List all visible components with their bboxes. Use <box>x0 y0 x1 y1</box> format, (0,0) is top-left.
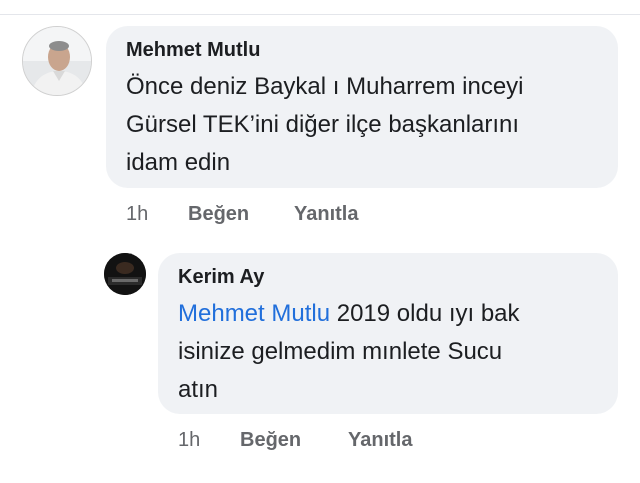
comment-text-line: idam edin <box>126 149 231 176</box>
like-button[interactable]: Beğen <box>240 429 301 452</box>
reply-text-line: atın <box>178 376 219 403</box>
mention-link[interactable]: Mehmet Mutlu <box>178 300 330 327</box>
comment-bubble: Mehmet Mutlu Önce deniz Baykal ı Muharre… <box>106 26 618 188</box>
reply-bubble: Kerim Ay Mehmet Mutlu 2019 oldu ıyı bak … <box>158 253 618 414</box>
like-button[interactable]: Beğen <box>188 203 249 226</box>
reply-timestamp[interactable]: 1h <box>178 429 200 452</box>
reply-text-line: isinize gelmedim mınlete Sucu <box>178 338 503 365</box>
reply-text-line: Mehmet Mutlu 2019 oldu ıyı bak <box>178 295 608 333</box>
avatar[interactable] <box>22 26 92 96</box>
reply-button[interactable]: Yanıtla <box>294 203 358 226</box>
top-divider <box>0 14 640 15</box>
comment-author[interactable]: Mehmet Mutlu <box>126 39 260 62</box>
reply-button[interactable]: Yanıtla <box>348 429 412 452</box>
profile-photo-icon <box>23 27 91 95</box>
reply-author[interactable]: Kerim Ay <box>178 266 264 289</box>
comment-text: Önce deniz Baykal ı Muharrem inceyi Gürs… <box>126 68 606 182</box>
profile-photo-icon <box>104 253 146 295</box>
avatar[interactable] <box>104 253 146 295</box>
comment-text-line: Önce deniz Baykal ı Muharrem inceyi <box>126 73 524 100</box>
comment-text-line: Gürsel TEK’ini diğer ilçe başkanlarını <box>126 111 520 138</box>
reply-text-fragment: 2019 oldu ıyı bak <box>330 300 520 327</box>
reply-text: Mehmet Mutlu 2019 oldu ıyı bak isinize g… <box>178 295 608 409</box>
comment-timestamp[interactable]: 1h <box>126 203 148 226</box>
